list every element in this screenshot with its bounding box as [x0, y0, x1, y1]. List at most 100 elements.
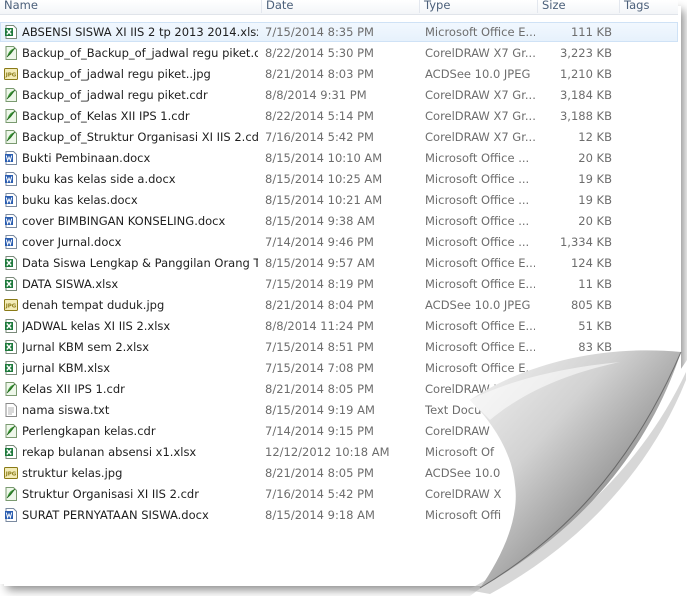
- column-header-tags[interactable]: Tags: [620, 0, 678, 13]
- file-row[interactable]: Struktur Organisasi XI IIS 2.cdr 7/16/201…: [0, 484, 678, 504]
- file-size: 3,184 KB: [559, 88, 612, 102]
- file-row[interactable]: buku kas kelas side a.docx 8/15/2014 10:2…: [0, 169, 678, 189]
- file-row[interactable]: JADWAL kelas XI IIS 2.xlsx 8/8/2014 11:24…: [0, 316, 678, 336]
- file-size: 124 KB: [570, 256, 612, 270]
- file-name: Backup_of_Kelas XII IPS 1.cdr: [22, 109, 190, 123]
- file-name: ABSENSI SISWA XI IIS 2 tp 2013 2014.xlsx: [22, 25, 258, 39]
- file-name: Bukti Pembinaan.docx: [22, 151, 151, 165]
- file-date: 8/15/2014 10:10 AM: [265, 151, 383, 165]
- file-type: ACDSee 10.0 JPEG ...: [425, 67, 535, 81]
- file-date: 8/15/2014 9:57 AM: [265, 256, 375, 270]
- file-row[interactable]: SURAT PERNYATAAN SISWA.docx 8/15/2014 9:1…: [0, 505, 678, 525]
- file-date: 8/21/2014 8:04 PM: [265, 298, 374, 312]
- text-file-icon: [4, 403, 18, 417]
- file-type: CorelDRAW X7 Gr...: [425, 382, 535, 396]
- file-name: buku kas kelas.docx: [22, 193, 138, 207]
- file-name: struktur kelas.jpg: [22, 466, 123, 480]
- file-date: 8/15/2014 10:25 AM: [265, 172, 383, 186]
- excel-icon: [4, 445, 18, 459]
- file-row[interactable]: cover BIMBINGAN KONSELING.docx 8/15/2014 …: [0, 211, 678, 231]
- file-row[interactable]: DATA SISWA.xlsx 7/15/2014 8:19 PM Microsof…: [0, 274, 678, 294]
- column-header-date[interactable]: Date: [262, 0, 420, 13]
- file-row[interactable]: rekap bulanan absensi x1.xlsx 12/12/2012 …: [0, 442, 678, 462]
- file-row[interactable]: ABSENSI SISWA XI IIS 2 tp 2013 2014.xlsx…: [0, 22, 678, 42]
- file-row[interactable]: Kelas XII IPS 1.cdr 8/21/2014 8:05 PM Core…: [0, 379, 678, 399]
- file-name: nama siswa.txt: [22, 403, 110, 417]
- file-date: 7/14/2014 9:15 PM: [265, 424, 374, 438]
- file-name: Backup_of_jadwal regu piket.cdr: [22, 88, 208, 102]
- file-size: [540, 442, 612, 462]
- file-size: 20 KB: [578, 151, 612, 165]
- column-header-name[interactable]: Name: [0, 0, 262, 13]
- coreldraw-icon: [4, 130, 18, 144]
- file-name: JADWAL kelas XI IIS 2.xlsx: [22, 319, 171, 333]
- file-date: 7/15/2014 8:19 PM: [265, 277, 374, 291]
- file-row[interactable]: jurnal KBM.xlsx 7/15/2014 7:08 PM Microsof…: [0, 358, 678, 378]
- file-row[interactable]: Backup_of_Kelas XII IPS 1.cdr 8/22/2014 5…: [0, 106, 678, 126]
- word-icon: [4, 508, 18, 522]
- file-type: Microsoft Office E...: [425, 361, 535, 375]
- file-date: 7/15/2014 8:35 PM: [265, 25, 374, 39]
- file-size: 83 KB: [578, 340, 612, 354]
- file-date: 7/15/2014 7:08 PM: [265, 361, 374, 375]
- file-row[interactable]: Perlengkapan kelas.cdr 7/14/2014 9:15 PM C…: [0, 421, 678, 441]
- coreldraw-icon: [4, 88, 18, 102]
- file-type: Text Docu: [425, 403, 482, 417]
- excel-icon: [4, 361, 18, 375]
- file-date: 12/12/2012 10:18 AM: [265, 445, 390, 459]
- file-size: 111 KB: [570, 25, 612, 39]
- file-size: [540, 400, 612, 420]
- file-type: Microsoft Offi: [425, 508, 502, 522]
- file-row[interactable]: JPG struktur kelas.jpg 8/21/2014 8:05 PM AC…: [0, 463, 678, 483]
- excel-icon: [4, 25, 18, 39]
- file-row[interactable]: JPG denah tempat duduk.jpg 8/21/2014 8:04 …: [0, 295, 678, 315]
- column-header-size[interactable]: Size: [538, 0, 620, 13]
- file-type: Microsoft Office E...: [425, 340, 535, 354]
- file-type: Microsoft Office ...: [425, 214, 530, 228]
- file-row[interactable]: JPG Backup_of_jadwal regu piket..jpg 8/21/…: [0, 64, 678, 84]
- column-header-type[interactable]: Type: [420, 0, 538, 13]
- file-date: 7/14/2014 9:46 PM: [265, 235, 374, 249]
- file-type: CorelDRAW: [425, 424, 490, 438]
- file-row[interactable]: cover Jurnal.docx 7/14/2014 9:46 PM Micros…: [0, 232, 678, 252]
- file-row[interactable]: Jurnal KBM sem 2.xlsx 7/15/2014 8:51 PM Mi…: [0, 337, 678, 357]
- file-size: [540, 421, 612, 441]
- file-type: Microsoft Office ...: [425, 151, 530, 165]
- file-type: Microsoft Office E...: [425, 256, 535, 270]
- coreldraw-icon: [4, 109, 18, 123]
- file-size: 19 KB: [578, 193, 612, 207]
- word-icon: [4, 172, 18, 186]
- file-type: Microsoft Office E...: [425, 319, 535, 333]
- file-date: 7/16/2014 5:42 PM: [265, 487, 374, 501]
- file-row[interactable]: buku kas kelas.docx 8/15/2014 10:21 AM Mic…: [0, 190, 678, 210]
- file-type: CorelDRAW X7 Gr...: [425, 46, 535, 60]
- file-size: 12 KB: [578, 130, 612, 144]
- file-row[interactable]: Backup_of_Backup_of_jadwal regu piket.c.…: [0, 43, 678, 63]
- file-row[interactable]: nama siswa.txt 8/15/2014 9:19 AM Text Docu: [0, 400, 678, 420]
- file-type: CorelDRAW X7 Gr...: [425, 130, 535, 144]
- file-row[interactable]: Data Siswa Lengkap & Panggilan Orang T..…: [0, 253, 678, 273]
- file-name: buku kas kelas side a.docx: [22, 172, 176, 186]
- file-name: Backup_of_jadwal regu piket..jpg: [22, 67, 211, 81]
- file-row[interactable]: Backup_of_jadwal regu piket.cdr 8/8/2014 …: [0, 85, 678, 105]
- excel-icon: [4, 277, 18, 291]
- coreldraw-icon: [4, 424, 18, 438]
- file-row[interactable]: Bukti Pembinaan.docx 8/15/2014 10:10 AM Mi…: [0, 148, 678, 168]
- file-row[interactable]: Backup_of_Struktur Organisasi XI IIS 2.c…: [0, 127, 678, 147]
- file-name: cover BIMBINGAN KONSELING.docx: [22, 214, 226, 228]
- column-header-bar: Name Date Type Size Tags: [0, 0, 678, 15]
- file-type: Microsoft Office ...: [425, 172, 530, 186]
- jpeg-icon: JPG: [4, 298, 18, 312]
- word-icon: [4, 151, 18, 165]
- file-date: 8/22/2014 5:14 PM: [265, 109, 374, 123]
- word-icon: [4, 193, 18, 207]
- file-size: 3,188 KB: [559, 109, 612, 123]
- file-size: 19 KB: [578, 172, 612, 186]
- excel-icon: [4, 340, 18, 354]
- file-name: Data Siswa Lengkap & Panggilan Orang T..…: [22, 256, 258, 270]
- file-type: CorelDRAW X7 Gr...: [425, 109, 535, 123]
- file-date: 8/21/2014 8:05 PM: [265, 466, 374, 480]
- file-name: rekap bulanan absensi x1.xlsx: [22, 445, 197, 459]
- file-size: 3,187 KB: [559, 382, 612, 396]
- file-date: 7/16/2014 5:42 PM: [265, 130, 374, 144]
